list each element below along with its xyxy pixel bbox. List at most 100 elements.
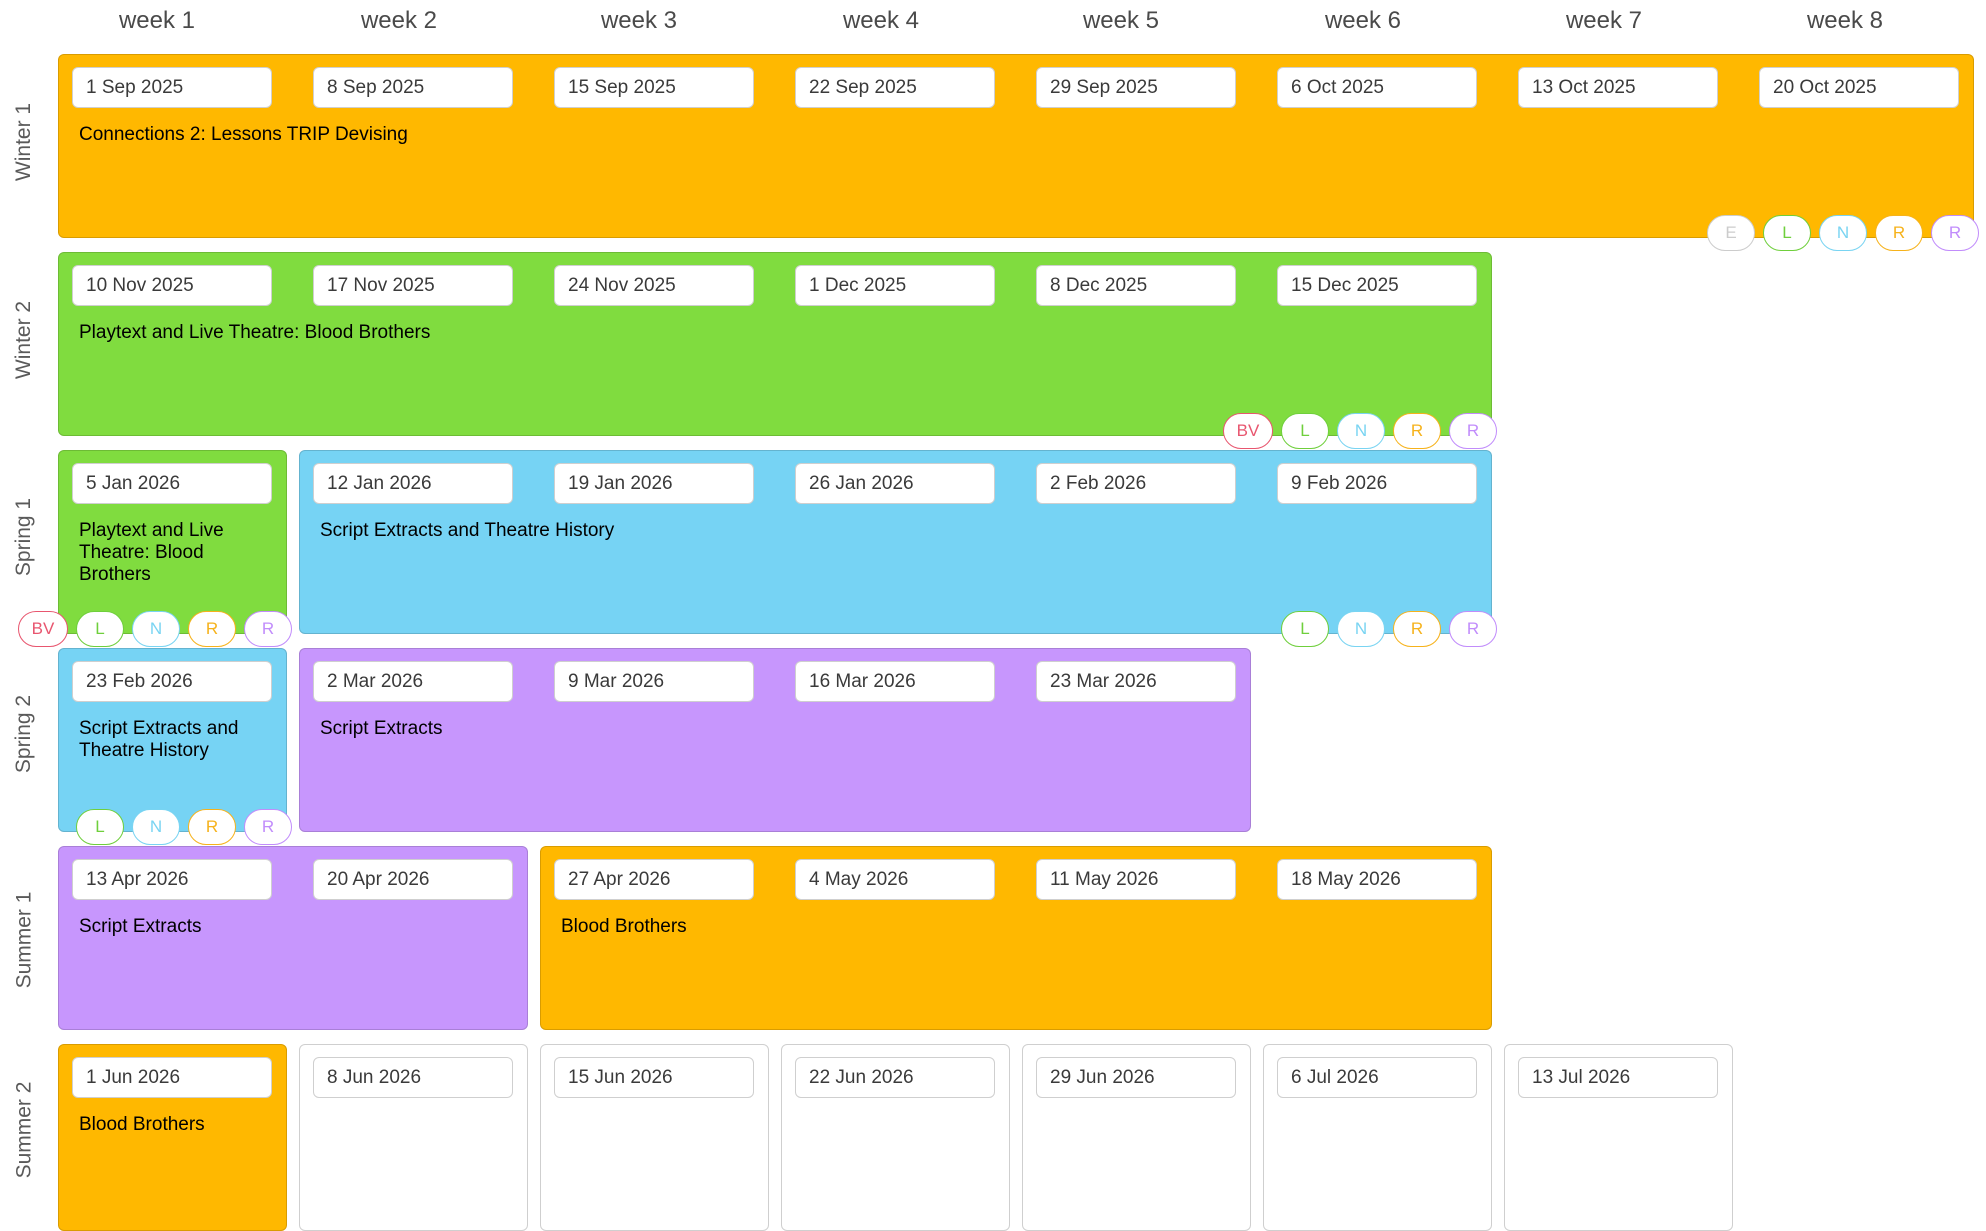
- week-date-field[interactable]: 4 May 2026: [795, 859, 995, 900]
- tag-badge[interactable]: R: [188, 611, 236, 647]
- week-date-field[interactable]: 24 Nov 2025: [554, 265, 754, 306]
- unit-title: Script Extracts: [320, 718, 443, 739]
- tag-badge[interactable]: N: [1819, 215, 1867, 251]
- week-date-field[interactable]: 8 Dec 2025: [1036, 265, 1236, 306]
- week-date-field[interactable]: 9 Mar 2026: [554, 661, 754, 702]
- week-date-field[interactable]: 12 Jan 2026: [313, 463, 513, 504]
- unit-title: Blood Brothers: [79, 1114, 205, 1135]
- week-date-field[interactable]: 20 Apr 2026: [313, 859, 513, 900]
- week-date-field[interactable]: 17 Nov 2025: [313, 265, 513, 306]
- empty-week-cell[interactable]: 8 Jun 2026: [299, 1044, 528, 1231]
- week-header: week 4: [842, 7, 920, 34]
- unit-title: Script Extracts: [79, 916, 202, 937]
- tag-badge[interactable]: R: [1393, 413, 1441, 449]
- week-date-field[interactable]: 6 Oct 2025: [1277, 67, 1477, 108]
- tag-badge[interactable]: R: [1449, 611, 1497, 647]
- tag-badge[interactable]: N: [132, 809, 180, 845]
- week-date-field[interactable]: 1 Dec 2025: [795, 265, 995, 306]
- week-date-field[interactable]: 13 Apr 2026: [72, 859, 272, 900]
- week-date-field[interactable]: 6 Jul 2026: [1277, 1057, 1477, 1098]
- empty-week-cell[interactable]: 13 Jul 2026: [1504, 1044, 1733, 1231]
- week-date-field[interactable]: 9 Feb 2026: [1277, 463, 1477, 504]
- unit-block[interactable]: 27 Apr 2026 4 May 2026 11 May 2026 18 May 2…: [540, 846, 1492, 1030]
- term-label: Spring 2: [0, 674, 48, 794]
- week-date-field[interactable]: 15 Jun 2026: [554, 1057, 754, 1098]
- tag-badge[interactable]: L: [76, 611, 124, 647]
- tag-badge[interactable]: L: [1281, 413, 1329, 449]
- tag-badge[interactable]: E: [1707, 215, 1755, 251]
- term-label-text: Spring 2: [12, 694, 35, 774]
- week-date-field[interactable]: 2 Mar 2026: [313, 661, 513, 702]
- week-date-field[interactable]: 27 Apr 2026: [554, 859, 754, 900]
- tag-badge[interactable]: N: [1337, 611, 1385, 647]
- term-label-text: Winter 2: [12, 300, 35, 380]
- tag-badge[interactable]: R: [244, 809, 292, 845]
- week-date-field[interactable]: 15 Dec 2025: [1277, 265, 1477, 306]
- unit-block[interactable]: 13 Apr 2026 20 Apr 2026 Script Extracts: [58, 846, 528, 1030]
- term-label: Summer 1: [0, 880, 48, 1000]
- unit-block[interactable]: 5 Jan 2026 Playtext and Live Theatre: Blo…: [58, 450, 287, 634]
- week-date-field[interactable]: 23 Feb 2026: [72, 661, 272, 702]
- week-date-field[interactable]: 19 Jan 2026: [554, 463, 754, 504]
- week-date-field[interactable]: 29 Jun 2026: [1036, 1057, 1236, 1098]
- week-date-field[interactable]: 18 May 2026: [1277, 859, 1477, 900]
- week-date-field[interactable]: 8 Jun 2026: [313, 1057, 513, 1098]
- week-date-field[interactable]: 1 Sep 2025: [72, 67, 272, 108]
- empty-week-cell[interactable]: 6 Jul 2026: [1263, 1044, 1492, 1231]
- tag-badge[interactable]: BV: [1223, 413, 1273, 449]
- unit-block[interactable]: 23 Feb 2026 Script Extracts and Theatre H…: [58, 648, 287, 832]
- week-date-field[interactable]: 2 Feb 2026: [1036, 463, 1236, 504]
- term-label-text: Spring 1: [12, 497, 35, 577]
- week-date-field[interactable]: 13 Oct 2025: [1518, 67, 1718, 108]
- empty-week-cell[interactable]: 29 Jun 2026: [1022, 1044, 1251, 1231]
- tag-badge[interactable]: N: [132, 611, 180, 647]
- unit-block[interactable]: 2 Mar 2026 9 Mar 2026 16 Mar 2026 23 Mar 20…: [299, 648, 1251, 832]
- week-header: week 7: [1565, 7, 1643, 34]
- empty-week-cell[interactable]: 22 Jun 2026: [781, 1044, 1010, 1231]
- term-label: Spring 1: [0, 477, 48, 597]
- tag-badge[interactable]: R: [1449, 413, 1497, 449]
- week-date-field[interactable]: 11 May 2026: [1036, 859, 1236, 900]
- tag-badge[interactable]: L: [1281, 611, 1329, 647]
- tag-badge[interactable]: R: [244, 611, 292, 647]
- week-header: week 1: [118, 7, 196, 34]
- unit-title: Script Extracts and Theatre History: [79, 718, 239, 761]
- unit-title: Script Extracts and Theatre History: [320, 520, 615, 541]
- tag-badge[interactable]: N: [1337, 413, 1385, 449]
- tag-badge[interactable]: R: [188, 809, 236, 845]
- week-date-field[interactable]: 22 Jun 2026: [795, 1057, 995, 1098]
- unit-title: Playtext and Live Theatre: Blood Brother…: [79, 520, 224, 585]
- unit-block[interactable]: 1 Sep 2025 8 Sep 2025 15 Sep 2025 22 Sep 20…: [58, 54, 1974, 238]
- term-label-text: Winter 1: [12, 102, 35, 182]
- week-date-field[interactable]: 29 Sep 2025: [1036, 67, 1236, 108]
- tag-badge[interactable]: L: [1763, 215, 1811, 251]
- unit-title: Connections 2: Lessons TRIP Devising: [79, 124, 408, 145]
- unit-block[interactable]: 12 Jan 2026 19 Jan 2026 26 Jan 2026 2 Feb 2…: [299, 450, 1492, 634]
- week-date-field[interactable]: 26 Jan 2026: [795, 463, 995, 504]
- empty-week-cell[interactable]: 15 Jun 2026: [540, 1044, 769, 1231]
- term-label-text: Summer 2: [12, 1081, 36, 1179]
- tag-badge[interactable]: BV: [18, 611, 68, 647]
- week-date-field[interactable]: 13 Jul 2026: [1518, 1057, 1718, 1098]
- tag-badge[interactable]: R: [1931, 215, 1979, 251]
- week-date-field[interactable]: 23 Mar 2026: [1036, 661, 1236, 702]
- term-label: Winter 2: [0, 280, 48, 400]
- tag-badge[interactable]: R: [1393, 611, 1441, 647]
- week-date-field[interactable]: 1 Jun 2026: [72, 1057, 272, 1098]
- week-date-field[interactable]: 22 Sep 2025: [795, 67, 995, 108]
- week-date-field[interactable]: 8 Sep 2025: [313, 67, 513, 108]
- week-date-field[interactable]: 15 Sep 2025: [554, 67, 754, 108]
- term-label: Winter 1: [0, 82, 48, 202]
- tag-badge[interactable]: L: [76, 809, 124, 845]
- tag-badge[interactable]: R: [1875, 215, 1923, 251]
- week-date-field[interactable]: 20 Oct 2025: [1759, 67, 1959, 108]
- week-header: week 5: [1082, 7, 1160, 34]
- week-date-field[interactable]: 16 Mar 2026: [795, 661, 995, 702]
- term-label-text: Summer 1: [12, 891, 36, 989]
- week-date-field[interactable]: 5 Jan 2026: [72, 463, 272, 504]
- unit-block[interactable]: 1 Jun 2026 Blood Brothers: [58, 1044, 287, 1231]
- unit-block[interactable]: 10 Nov 2025 17 Nov 2025 24 Nov 2025 1 Dec 2…: [58, 252, 1492, 436]
- week-date-field[interactable]: 10 Nov 2025: [72, 265, 272, 306]
- week-header: week 8: [1806, 7, 1884, 34]
- term-label: Summer 2: [0, 1070, 48, 1190]
